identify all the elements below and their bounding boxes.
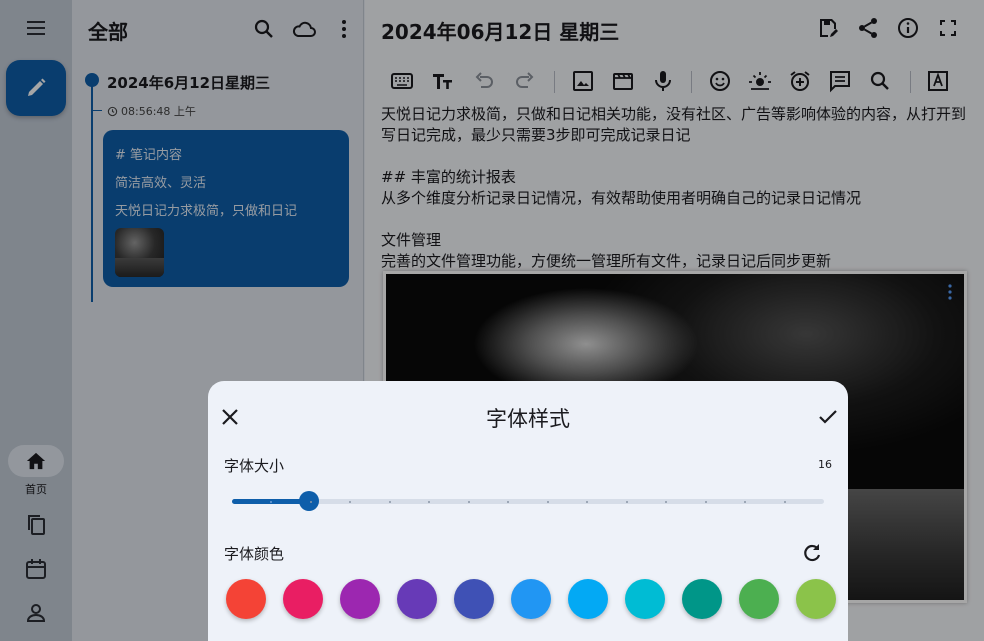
slider-tick [586,501,588,503]
color-swatch[interactable] [739,579,779,619]
slider-tick [705,501,707,503]
slider-tick [270,501,272,503]
slider-tick [349,501,351,503]
slider-tick [389,501,391,503]
color-swatch[interactable] [397,579,437,619]
font-color-label: 字体颜色 [224,545,285,563]
color-swatch[interactable] [454,579,494,619]
font-size-value: 16 [818,458,832,471]
slider-tick [626,501,628,503]
color-swatch[interactable] [682,579,722,619]
slider-tick [784,501,786,503]
slider-tick [468,501,470,503]
slider-tick [507,501,509,503]
color-swatch[interactable] [511,579,551,619]
slider-tick [428,501,430,503]
slider-tick [665,501,667,503]
sheet-title: 字体样式 [486,407,570,431]
check-icon[interactable] [816,405,840,429]
slider-thumb[interactable] [299,491,319,511]
color-swatch[interactable] [796,579,836,619]
font-size-label: 字体大小 [224,457,285,475]
slider-tick [744,501,746,503]
font-size-slider[interactable] [232,491,824,511]
font-style-sheet: 字体样式 字体大小 16 字体颜色 [208,381,848,641]
color-swatch[interactable] [340,579,380,619]
color-swatch[interactable] [625,579,665,619]
refresh-icon[interactable] [800,541,824,565]
color-swatch[interactable] [568,579,608,619]
color-swatch[interactable] [226,579,266,619]
color-swatch[interactable] [283,579,323,619]
color-swatches [226,579,838,619]
slider-tick [310,501,312,503]
slider-tick [547,501,549,503]
slider-track [232,499,824,504]
